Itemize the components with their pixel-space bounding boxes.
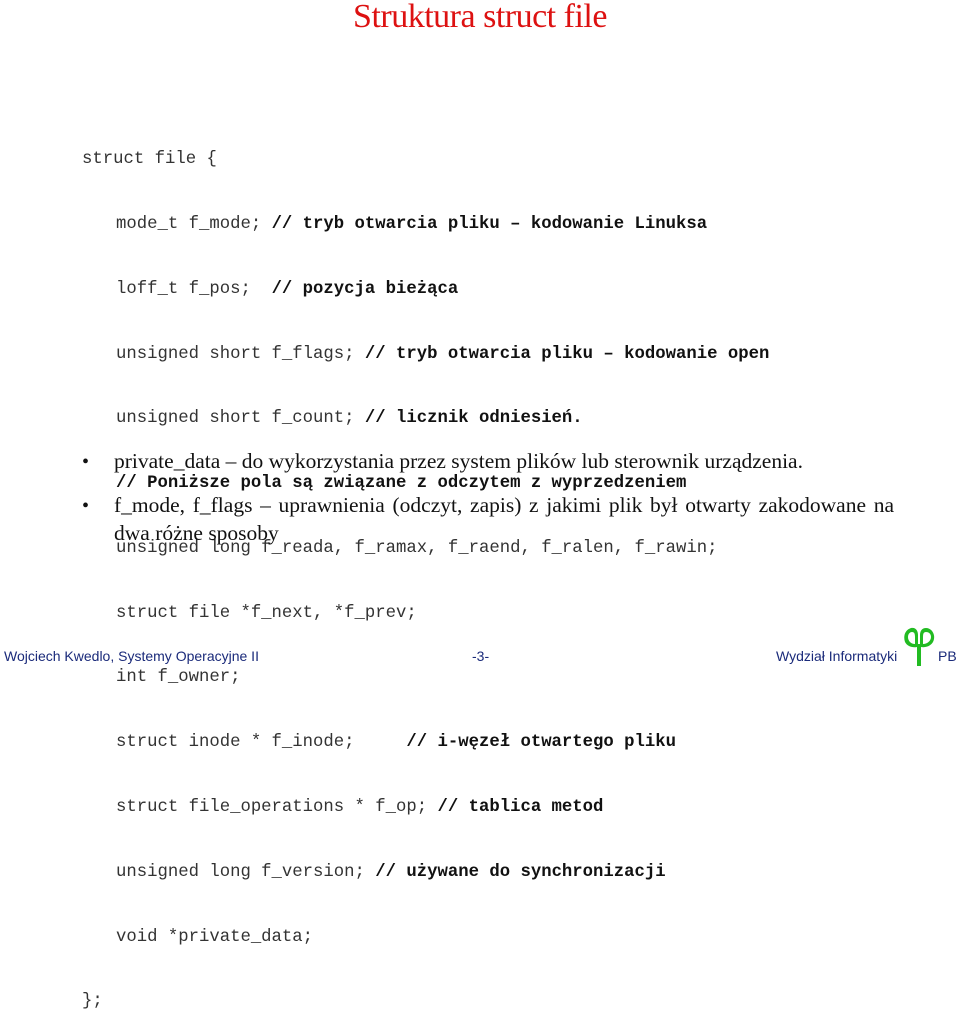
code-text: struct file_operations * f_op; xyxy=(116,798,438,817)
code-text: struct file *f_next, *f_prev; xyxy=(116,603,417,623)
bullet-icon: • xyxy=(82,495,90,517)
code-text: }; xyxy=(82,992,103,1012)
code-text: struct inode * f_inode; xyxy=(116,733,407,753)
code-comment: // tryb otwarcia pliku – kodowanie open xyxy=(364,344,770,364)
slide-footer: Wojciech Kwedlo, Systemy Operacyjne II -… xyxy=(0,648,960,667)
code-line: }; xyxy=(82,991,769,1013)
footer-university: PB xyxy=(938,648,957,664)
code-text: mode_t f_mode; xyxy=(116,214,272,234)
code-line: struct file { xyxy=(82,149,769,171)
code-comment: // licznik odniesień. xyxy=(364,409,583,429)
code-text: unsigned short f_flags; xyxy=(116,344,365,364)
code-text: void *private_data; xyxy=(116,927,314,947)
code-line: mode_t f_mode; // tryb otwarcia pliku – … xyxy=(82,214,769,236)
logo-shape xyxy=(904,627,935,666)
code-line: struct file *f_next, *f_prev; xyxy=(82,603,769,625)
code-line: unsigned short f_flags; // tryb otwarcia… xyxy=(82,344,769,366)
bullet-text: private_data – do wykorzystania przez sy… xyxy=(114,449,803,473)
footer-faculty: Wydział Informatyki xyxy=(776,648,898,664)
code-line: void *private_data; xyxy=(82,927,769,949)
code-comment: // tablica metod xyxy=(437,798,604,817)
pb-logo-icon xyxy=(904,627,935,666)
slide-title: Struktura struct file xyxy=(353,0,607,35)
page-number: -3- xyxy=(472,648,490,664)
code-line: int f_owner; xyxy=(82,667,769,689)
footer-author: Wojciech Kwedlo, Systemy Operacyjne II xyxy=(4,648,259,664)
code-line: unsigned short f_count; // licznik odnie… xyxy=(82,408,769,430)
code-line: struct inode * f_inode; // i-węzeł otwar… xyxy=(82,732,769,754)
code-comment: // używane do synchronizacji xyxy=(375,862,666,882)
bullet-item: • f_mode, f_flags – uprawnienia (odczyt,… xyxy=(82,491,894,547)
code-line: loff_t f_pos; // pozycja bieżąca xyxy=(82,279,769,301)
bullet-item: • private_data – do wykorzystania przez … xyxy=(82,447,894,477)
code-text: int f_owner; xyxy=(116,668,241,688)
code-text: loff_t f_pos; xyxy=(116,279,272,299)
code-comment: // tryb otwarcia pliku – kodowanie Linuk… xyxy=(271,214,708,234)
code-block: struct file { mode_t f_mode; // tryb otw… xyxy=(82,106,769,1035)
code-comment: // pozycja bieżąca xyxy=(271,279,459,299)
bullet-text: f_mode, f_flags – uprawnienia (odczyt, z… xyxy=(114,493,894,545)
code-line: struct file_operations * f_op; // tablic… xyxy=(82,797,769,819)
code-comment: // i-węzeł otwartego pliku xyxy=(406,733,677,753)
bullet-list: • private_data – do wykorzystania przez … xyxy=(82,447,894,561)
bullet-icon: • xyxy=(82,451,90,473)
code-text: struct file { xyxy=(82,150,217,170)
code-text: unsigned short f_count; xyxy=(116,409,365,429)
code-text: unsigned long f_version; xyxy=(116,862,376,882)
code-line: unsigned long f_version; // używane do s… xyxy=(82,862,769,884)
